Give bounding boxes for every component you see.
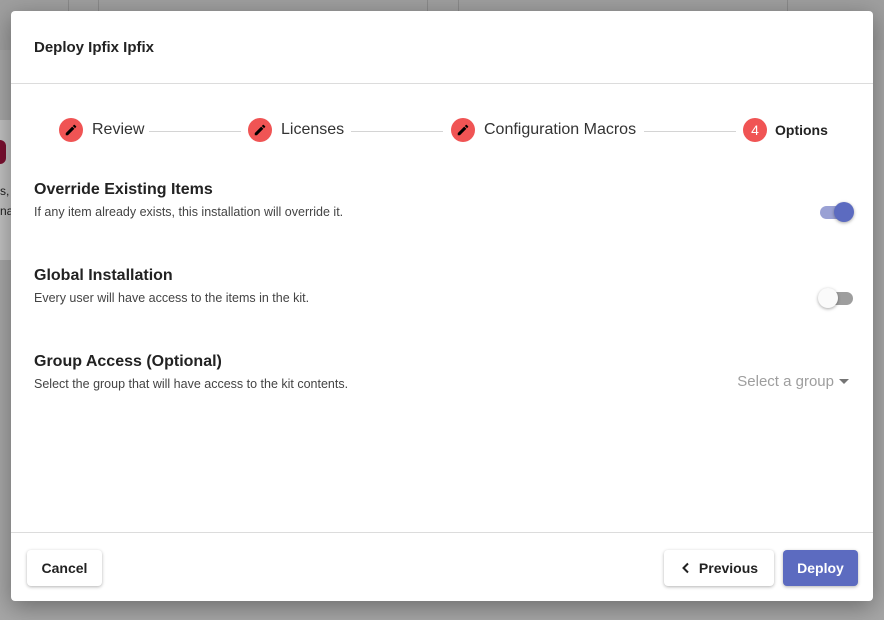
step-label: Configuration Macros: [484, 121, 637, 138]
background-avatar: [0, 140, 6, 164]
step-configuration-macros[interactable]: Configuration Macros: [451, 118, 636, 142]
option-title: Global Installation: [34, 267, 173, 284]
dialog-header: Deploy Ipfix Ipfix: [11, 11, 873, 84]
option-title: Group Access (Optional): [34, 353, 222, 370]
dialog-footer: Cancel Previous Deploy: [11, 532, 873, 601]
step-review[interactable]: Review: [59, 118, 144, 142]
step-number-badge: 4: [743, 118, 767, 142]
toggle-knob: [818, 288, 838, 308]
previous-button[interactable]: Previous: [664, 550, 774, 586]
global-installation-toggle[interactable]: [818, 288, 854, 308]
step-options[interactable]: 4 Options: [743, 118, 828, 142]
background-text: s,: [0, 184, 10, 198]
step-connector: [149, 131, 241, 132]
option-title: Override Existing Items: [34, 181, 213, 198]
option-description: Select the group that will have access t…: [34, 377, 349, 391]
previous-button-label: Previous: [698, 560, 759, 576]
step-label: Review: [92, 121, 145, 138]
option-description: If any item already exists, this install…: [34, 205, 344, 219]
step-connector: [351, 131, 443, 132]
pencil-icon: [451, 118, 475, 142]
caret-down-icon: [839, 379, 849, 384]
override-existing-option: Override Existing Items If any item alre…: [34, 181, 854, 222]
step-connector: [644, 131, 736, 132]
option-description: Every user will have access to the items…: [34, 291, 310, 305]
override-toggle[interactable]: [818, 202, 854, 222]
stepper: Review Licenses Configuration Macros 4 O…: [11, 84, 873, 179]
group-select-placeholder: Select a group: [737, 373, 834, 390]
group-access-option: Group Access (Optional) Select the group…: [34, 353, 854, 391]
global-installation-option: Global Installation Every user will have…: [34, 267, 854, 308]
step-label: Licenses: [281, 121, 345, 138]
toggle-knob: [834, 202, 854, 222]
pencil-icon: [248, 118, 272, 142]
dialog-title: Deploy Ipfix Ipfix: [34, 38, 155, 56]
deploy-dialog: Deploy Ipfix Ipfix Review Licenses Confi…: [11, 11, 873, 601]
group-select[interactable]: Select a group: [737, 373, 849, 390]
step-label: Options: [775, 122, 828, 138]
pencil-icon: [59, 118, 83, 142]
chevron-left-icon: [682, 562, 689, 574]
deploy-button[interactable]: Deploy: [783, 550, 858, 586]
step-licenses[interactable]: Licenses: [248, 118, 344, 142]
cancel-button[interactable]: Cancel: [27, 550, 102, 586]
